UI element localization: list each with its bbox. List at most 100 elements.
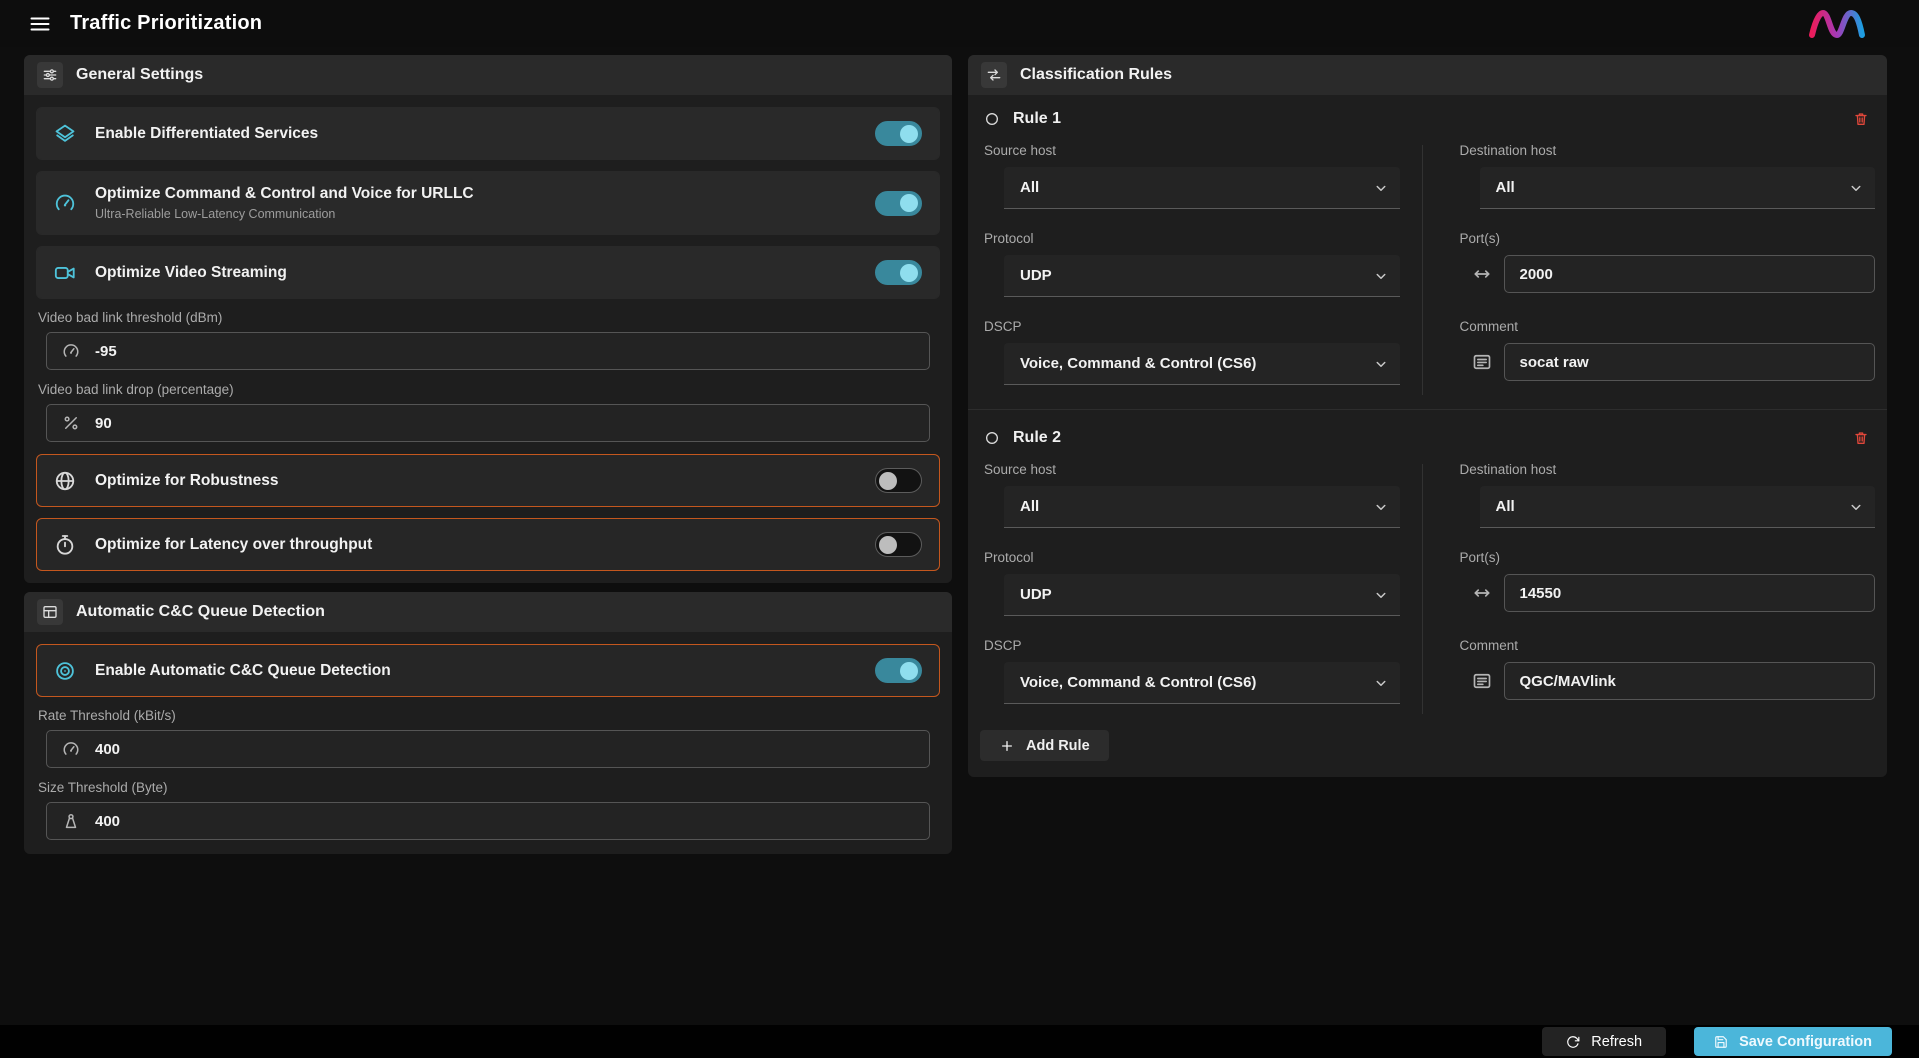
setting-label: Optimize Video Streaming <box>95 264 287 282</box>
queue-detection-title: Automatic C&C Queue Detection <box>76 603 325 621</box>
source-host-select[interactable]: All <box>1004 486 1400 528</box>
destination-host-label: Destination host <box>1460 462 1876 477</box>
destination-host-select[interactable]: All <box>1480 167 1876 209</box>
toggle-latency[interactable] <box>875 532 922 557</box>
save-label: Save Configuration <box>1739 1034 1872 1050</box>
protocol-value: UDP <box>1020 267 1052 284</box>
add-rule-label: Add Rule <box>1026 738 1090 754</box>
refresh-button[interactable]: Refresh <box>1542 1027 1666 1056</box>
chevron-down-icon <box>1372 179 1390 197</box>
toggle-urllc[interactable] <box>875 191 922 216</box>
timer-icon <box>54 534 76 556</box>
source-host-group: Source host All <box>980 462 1400 528</box>
source-host-label: Source host <box>984 462 1400 477</box>
ports-field <box>1504 574 1876 612</box>
circle-icon <box>984 430 1000 446</box>
rate-threshold-input[interactable] <box>95 741 914 758</box>
dscp-select[interactable]: Voice, Command & Control (CS6) <box>1004 662 1400 704</box>
gauge-icon <box>62 342 80 360</box>
comment-input[interactable] <box>1520 673 1860 690</box>
classification-rules-title: Classification Rules <box>1020 66 1172 84</box>
setting-text: Optimize Video Streaming <box>95 264 287 282</box>
source-host-select[interactable]: All <box>1004 167 1400 209</box>
setting-label: Enable Automatic C&C Queue Detection <box>95 662 391 680</box>
destination-host-value: All <box>1496 498 1515 515</box>
setting-urllc: Optimize Command & Control and Voice for… <box>36 171 940 235</box>
toggle-robustness[interactable] <box>875 468 922 493</box>
menu-button[interactable] <box>24 8 56 40</box>
save-configuration-button[interactable]: Save Configuration <box>1694 1027 1892 1056</box>
queue-detection-body: Enable Automatic C&C Queue Detection Rat… <box>24 632 952 854</box>
setting-text: Optimize for Robustness <box>95 472 278 490</box>
globe-icon <box>54 470 76 492</box>
top-app-bar: Traffic Prioritization <box>0 0 1919 47</box>
setting-text: Optimize Command & Control and Voice for… <box>95 185 474 221</box>
chevron-down-icon <box>1372 586 1390 604</box>
rule-2: Rule 2 Source host All Destinatio <box>968 409 1887 726</box>
rule-1-fields: Source host All Destination host All <box>980 143 1875 407</box>
weight-icon <box>62 812 80 830</box>
setting-video-streaming: Optimize Video Streaming <box>36 246 940 299</box>
chevron-down-icon <box>1847 179 1865 197</box>
toggle-video-streaming[interactable] <box>875 260 922 285</box>
dscp-label: DSCP <box>984 319 1400 334</box>
bottom-action-bar: Refresh Save Configuration <box>0 1025 1919 1058</box>
grid-icon <box>37 599 63 625</box>
comment-label: Comment <box>1460 319 1876 334</box>
destination-host-label: Destination host <box>1460 143 1876 158</box>
general-settings-header: General Settings <box>24 55 952 95</box>
protocol-select[interactable]: UDP <box>1004 574 1400 616</box>
toggle-queue-detection[interactable] <box>875 658 922 683</box>
general-settings-body: Enable Differentiated Services Optimize … <box>24 95 952 583</box>
source-host-value: All <box>1020 498 1039 515</box>
classification-rules-card: Classification Rules Rule 1 Source host … <box>968 55 1887 777</box>
setting-enable-diffserv: Enable Differentiated Services <box>36 107 940 160</box>
comment-field <box>1504 662 1876 700</box>
page-title: Traffic Prioritization <box>70 12 262 35</box>
video-drop-input[interactable] <box>95 415 914 432</box>
chevron-down-icon <box>1372 674 1390 692</box>
protocol-select[interactable]: UDP <box>1004 255 1400 297</box>
setting-latency: Optimize for Latency over throughput <box>36 518 940 571</box>
toggle-enable-diffserv[interactable] <box>875 121 922 146</box>
arrows-horizontal-icon <box>1472 583 1492 603</box>
rate-threshold-field <box>46 730 930 768</box>
toggle-thumb <box>900 194 918 212</box>
ports-control <box>1472 255 1876 293</box>
destination-host-value: All <box>1496 179 1515 196</box>
dscp-group: DSCP Voice, Command & Control (CS6) <box>980 319 1400 385</box>
ports-group: Port(s) <box>1456 550 1876 616</box>
ports-input[interactable] <box>1520 585 1860 602</box>
protocol-group: Protocol UDP <box>980 550 1400 616</box>
protocol-group: Protocol UDP <box>980 231 1400 297</box>
comment-control <box>1472 662 1876 700</box>
comment-group: Comment <box>1456 638 1876 704</box>
trash-icon <box>1853 430 1869 446</box>
traffic-rules-icon <box>981 62 1007 88</box>
source-host-group: Source host All <box>980 143 1400 209</box>
toggle-thumb <box>900 125 918 143</box>
chevron-down-icon <box>1372 267 1390 285</box>
delete-rule-2-button[interactable] <box>1851 428 1871 448</box>
ports-input[interactable] <box>1520 266 1860 283</box>
add-rule-button[interactable]: Add Rule <box>980 730 1109 761</box>
arrows-horizontal-icon <box>1472 264 1492 284</box>
video-threshold-input[interactable] <box>95 343 914 360</box>
rule-1-header: Rule 1 <box>980 103 1875 143</box>
rule-1: Rule 1 Source host All Destinatio <box>968 95 1887 407</box>
refresh-icon <box>1566 1035 1580 1049</box>
destination-host-select[interactable]: All <box>1480 486 1876 528</box>
circle-icon <box>984 111 1000 127</box>
size-threshold-label: Size Threshold (Byte) <box>38 780 938 795</box>
size-threshold-field <box>46 802 930 840</box>
layers-icon <box>54 123 76 145</box>
trash-icon <box>1853 111 1869 127</box>
rule-name: Rule 2 <box>1013 429 1061 447</box>
setting-label: Optimize for Robustness <box>95 472 278 490</box>
dscp-select[interactable]: Voice, Command & Control (CS6) <box>1004 343 1400 385</box>
delete-rule-1-button[interactable] <box>1851 109 1871 129</box>
plus-icon <box>999 738 1015 754</box>
protocol-value: UDP <box>1020 586 1052 603</box>
comment-input[interactable] <box>1520 354 1860 371</box>
size-threshold-input[interactable] <box>95 813 914 830</box>
